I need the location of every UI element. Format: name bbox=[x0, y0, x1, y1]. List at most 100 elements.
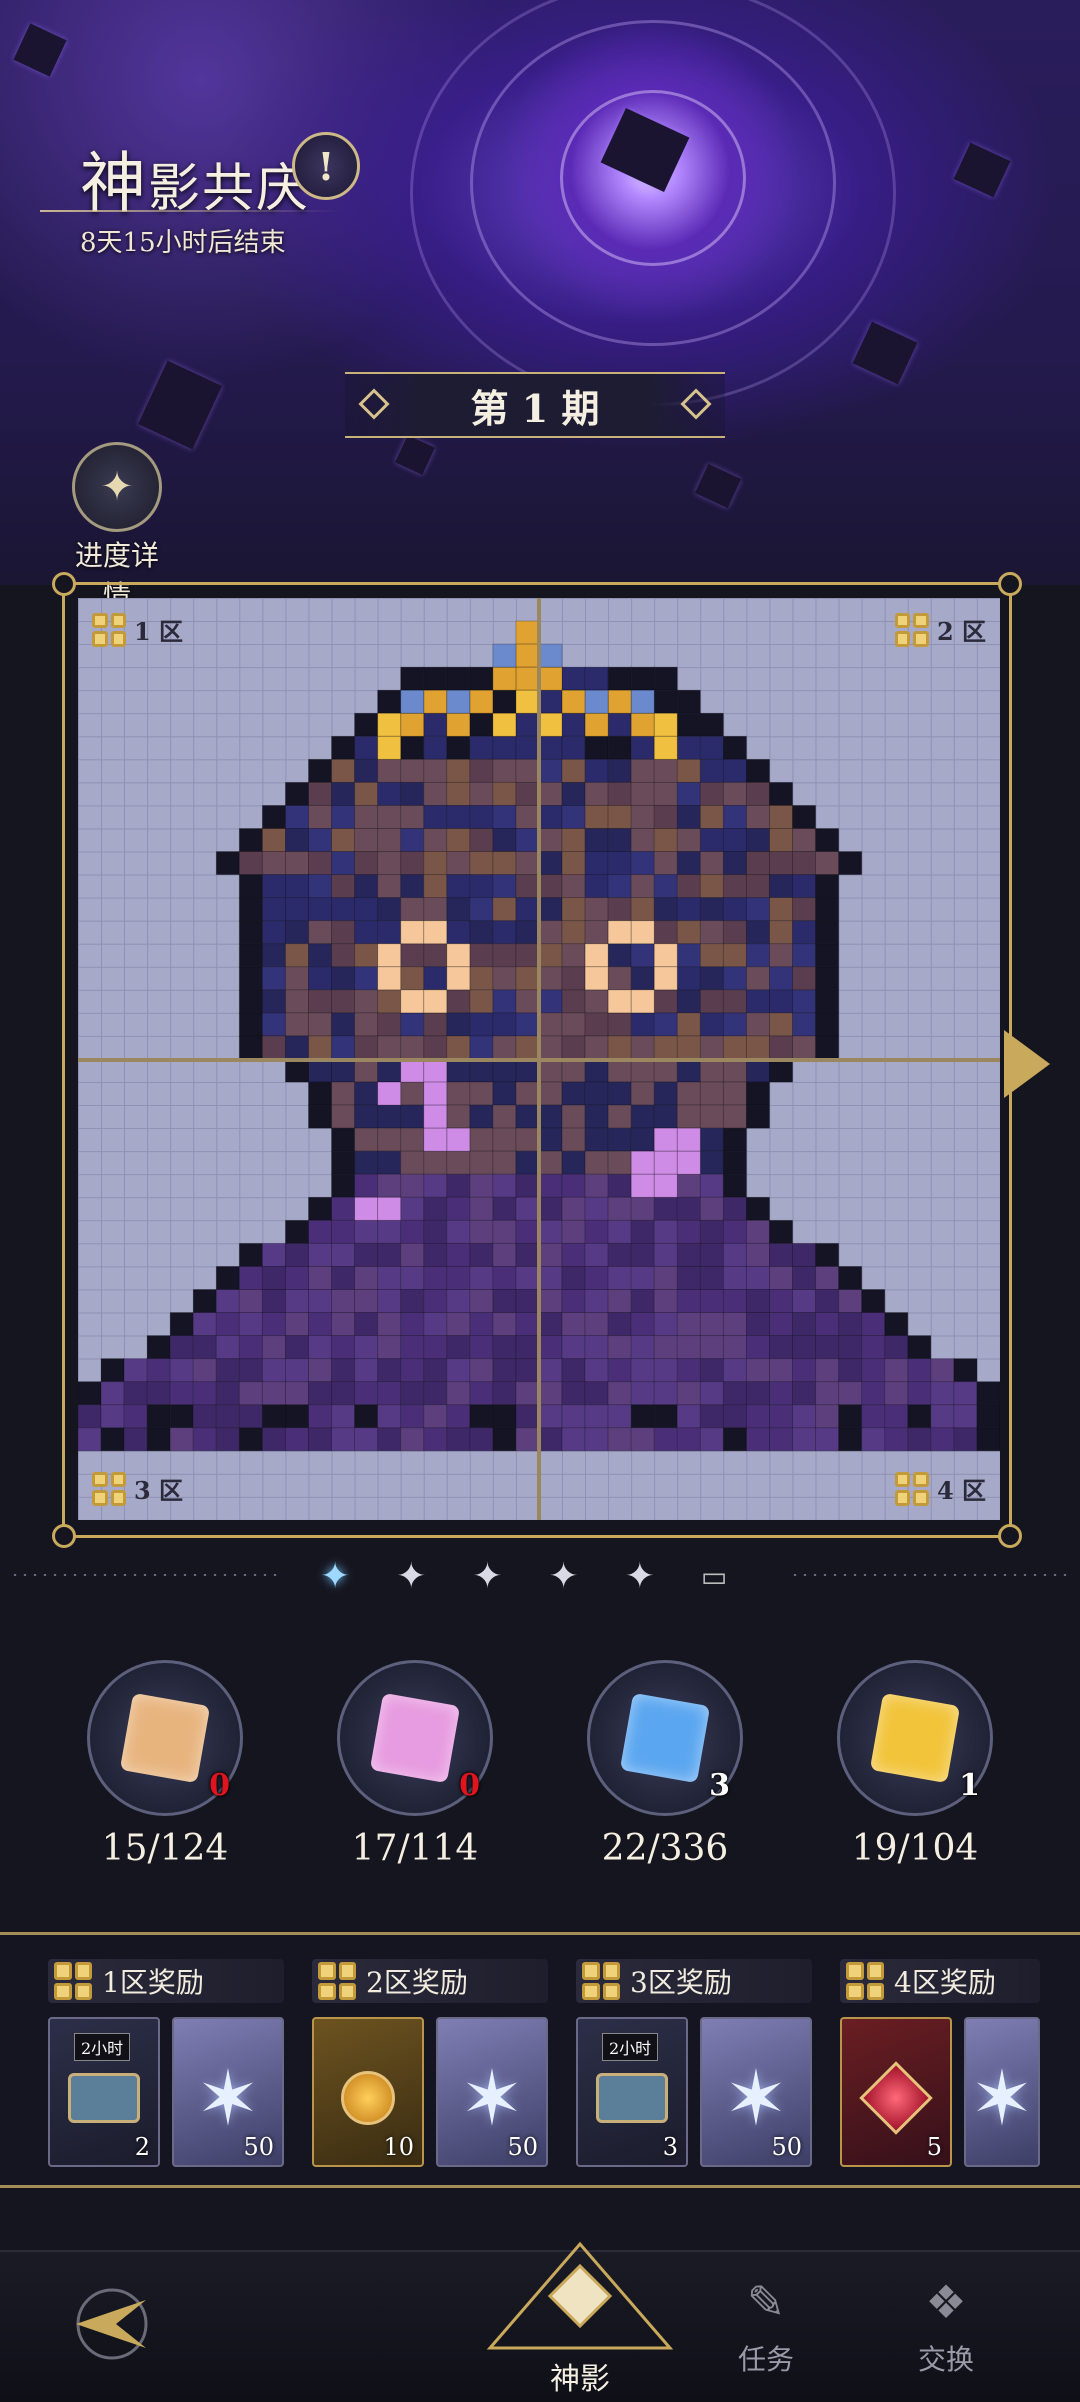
pixel-cell bbox=[630, 1404, 655, 1429]
pixel-cell bbox=[261, 989, 286, 1014]
pixel-cell bbox=[607, 1289, 632, 1314]
pixel-cell bbox=[423, 1058, 448, 1083]
pixel-cell bbox=[630, 1104, 655, 1129]
pixel-cell bbox=[653, 1173, 678, 1198]
pixel-cell bbox=[469, 1104, 494, 1129]
cube-counter-blue[interactable]: 3 22/336 bbox=[565, 1660, 765, 1869]
pixel-cell bbox=[930, 1381, 955, 1406]
reward-item[interactable]: ✶ 50 bbox=[436, 2017, 548, 2167]
reward-item[interactable]: 5 bbox=[840, 2017, 952, 2167]
pixel-cell bbox=[284, 1358, 309, 1383]
pixel-cell bbox=[284, 828, 309, 853]
pixel-cell bbox=[492, 897, 517, 922]
pixel-cell bbox=[607, 1404, 632, 1429]
zone-4-text: 4 区 bbox=[936, 1476, 986, 1505]
pixel-cell bbox=[446, 966, 471, 991]
frame-corner bbox=[52, 572, 76, 596]
page-star-icon[interactable]: ✦ bbox=[472, 1556, 502, 1597]
cube-counter-pink[interactable]: 0 17/114 bbox=[315, 1660, 515, 1869]
dotted-line bbox=[10, 1574, 280, 1576]
pixel-cell bbox=[653, 874, 678, 899]
pixel-cell bbox=[930, 1427, 955, 1452]
pixel-cell bbox=[561, 781, 586, 806]
back-button[interactable] bbox=[56, 2278, 156, 2378]
floating-rock bbox=[852, 321, 918, 385]
pixel-cell bbox=[423, 897, 448, 922]
pixel-puzzle-grid[interactable]: 1 区 2 区 3 区 4 区 bbox=[78, 598, 1000, 1520]
pixel-cell bbox=[492, 781, 517, 806]
pixel-cell bbox=[354, 989, 379, 1014]
pixel-cell bbox=[400, 943, 425, 968]
pixel-cell bbox=[492, 1173, 517, 1198]
pixel-cell bbox=[792, 874, 817, 899]
pixel-cell bbox=[423, 1173, 448, 1198]
info-button[interactable]: ! bbox=[292, 132, 360, 200]
pixel-cell bbox=[446, 874, 471, 899]
chest-page-icon[interactable]: ▭ bbox=[701, 1560, 727, 1593]
pixel-cell bbox=[515, 1219, 540, 1244]
pixel-cell bbox=[308, 804, 333, 829]
pixel-cell bbox=[238, 1265, 263, 1290]
pixel-cell bbox=[423, 1242, 448, 1267]
reward-item[interactable]: 2小时 3 bbox=[576, 2017, 688, 2167]
page-star-icon[interactable]: ✦ bbox=[625, 1556, 655, 1597]
page-star-icon[interactable]: ✦ bbox=[549, 1556, 579, 1597]
pixel-cell bbox=[676, 1265, 701, 1290]
pixel-cell bbox=[308, 1335, 333, 1360]
pixel-cell bbox=[238, 989, 263, 1014]
nav-label: 交换 bbox=[917, 2343, 974, 2376]
pixel-cell bbox=[469, 1404, 494, 1429]
pixel-cell bbox=[561, 1081, 586, 1106]
reward-item[interactable]: ✶ bbox=[964, 2017, 1040, 2167]
pixel-cell bbox=[261, 851, 286, 876]
zone-2-rewards: 2区奖励 10 ✶ 50 bbox=[312, 1959, 548, 2167]
pixel-cell bbox=[538, 874, 563, 899]
pixel-cell bbox=[907, 1427, 932, 1452]
pixel-cell bbox=[745, 1196, 770, 1221]
pixel-cell bbox=[584, 1404, 609, 1429]
pixel-cell bbox=[676, 1381, 701, 1406]
pixel-cell bbox=[584, 966, 609, 991]
pixel-cell bbox=[400, 828, 425, 853]
pixel-cell bbox=[354, 1427, 379, 1452]
cube-counter-orange[interactable]: 0 15/124 bbox=[65, 1660, 265, 1869]
pixel-cell bbox=[423, 1265, 448, 1290]
pixel-cell bbox=[515, 1381, 540, 1406]
pixel-cell bbox=[469, 666, 494, 691]
pixel-cell bbox=[192, 1335, 217, 1360]
reward-item[interactable]: ✶ 50 bbox=[172, 2017, 284, 2167]
page-star-icon[interactable]: ✦ bbox=[320, 1556, 350, 1597]
pixel-cell bbox=[215, 1312, 240, 1337]
reward-item[interactable]: ✶ 50 bbox=[700, 2017, 812, 2167]
pixel-cell bbox=[745, 804, 770, 829]
reward-item[interactable]: 2小时 2 bbox=[48, 2017, 160, 2167]
pixel-cell bbox=[676, 851, 701, 876]
next-board-arrow-icon[interactable] bbox=[1004, 1030, 1050, 1098]
pixel-cell bbox=[722, 758, 747, 783]
pixel-cell bbox=[377, 828, 402, 853]
pixel-cell bbox=[722, 1358, 747, 1383]
pixel-cell bbox=[423, 1104, 448, 1129]
nav-item-tasks[interactable]: ✎ 任务 bbox=[706, 2270, 826, 2378]
crystal-star-icon: ✶ bbox=[970, 2053, 1034, 2143]
pixel-cell bbox=[722, 1404, 747, 1429]
pixel-cell bbox=[676, 1012, 701, 1037]
pixel-cell bbox=[838, 1427, 863, 1452]
pixel-cell bbox=[630, 689, 655, 714]
cube-count: 0 bbox=[209, 1768, 230, 1803]
nav-item-shenying[interactable]: 神影 bbox=[480, 2236, 680, 2400]
pixel-cell bbox=[492, 735, 517, 760]
zone-divider-horizontal bbox=[78, 1058, 1000, 1062]
pixel-cell bbox=[745, 874, 770, 899]
diamond-ornament-icon bbox=[680, 388, 712, 420]
pixel-cell bbox=[446, 943, 471, 968]
nav-item-exchange[interactable]: ❖ 交换 bbox=[886, 2270, 1006, 2378]
pixel-cell bbox=[769, 1219, 794, 1244]
page-star-icon[interactable]: ✦ bbox=[396, 1556, 426, 1597]
exclamation-icon: ! bbox=[317, 143, 335, 189]
pixel-cell bbox=[792, 943, 817, 968]
cube-counter-gold[interactable]: 1 19/104 bbox=[815, 1660, 1015, 1869]
frame-corner bbox=[998, 572, 1022, 596]
pixel-cell bbox=[469, 1058, 494, 1083]
reward-item[interactable]: 10 bbox=[312, 2017, 424, 2167]
